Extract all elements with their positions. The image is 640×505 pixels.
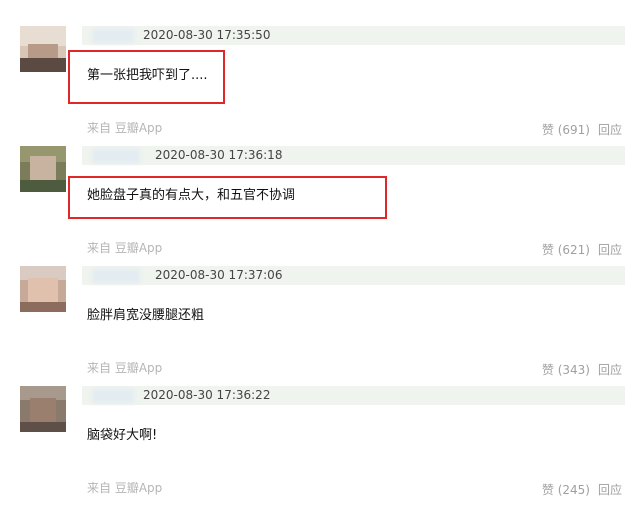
comment-time: 2020-08-30 17:37:06 xyxy=(155,268,283,282)
avatar[interactable] xyxy=(20,146,66,192)
username-blurred[interactable] xyxy=(92,149,140,163)
like-button[interactable]: 赞 (691) xyxy=(542,123,590,137)
like-button[interactable]: 赞 (343) xyxy=(542,363,590,377)
avatar[interactable] xyxy=(20,26,66,72)
comment-time: 2020-08-30 17:35:50 xyxy=(143,28,271,42)
comment-text: 脸胖肩宽没腰腿还粗 xyxy=(87,308,205,323)
comment-text: 她脸盘子真的有点大，和五官不协调 xyxy=(87,188,296,203)
comment-item: 2020-08-30 17:36:22 脑袋好大啊! 来自 豆瓣App 赞 (2… xyxy=(0,386,640,505)
comment-text: 第一张把我吓到了.... xyxy=(87,68,208,83)
avatar[interactable] xyxy=(20,386,66,432)
username-blurred[interactable] xyxy=(92,269,140,283)
avatar[interactable] xyxy=(20,266,66,312)
reply-button[interactable]: 回应 xyxy=(598,363,622,377)
like-button[interactable]: 赞 (245) xyxy=(542,483,590,497)
comment-text: 脑袋好大啊! xyxy=(87,428,158,443)
comment-source: 来自 豆瓣App xyxy=(87,481,163,495)
comment-source: 来自 豆瓣App xyxy=(87,241,163,255)
like-button[interactable]: 赞 (621) xyxy=(542,243,590,257)
reply-button[interactable]: 回应 xyxy=(598,243,622,257)
comment-time: 2020-08-30 17:36:18 xyxy=(155,148,283,162)
comment-time: 2020-08-30 17:36:22 xyxy=(143,388,271,402)
comment-item: 2020-08-30 17:35:50 第一张把我吓到了.... 来自 豆瓣Ap… xyxy=(0,26,640,146)
comment-source: 来自 豆瓣App xyxy=(87,121,163,135)
username-blurred[interactable] xyxy=(92,389,134,403)
username-blurred[interactable] xyxy=(92,29,134,43)
comment-item: 2020-08-30 17:37:06 脸胖肩宽没腰腿还粗 来自 豆瓣App 赞… xyxy=(0,266,640,386)
reply-button[interactable]: 回应 xyxy=(598,483,622,497)
comment-item: 2020-08-30 17:36:18 她脸盘子真的有点大，和五官不协调 来自 … xyxy=(0,146,640,266)
comment-source: 来自 豆瓣App xyxy=(87,361,163,375)
reply-button[interactable]: 回应 xyxy=(598,123,622,137)
